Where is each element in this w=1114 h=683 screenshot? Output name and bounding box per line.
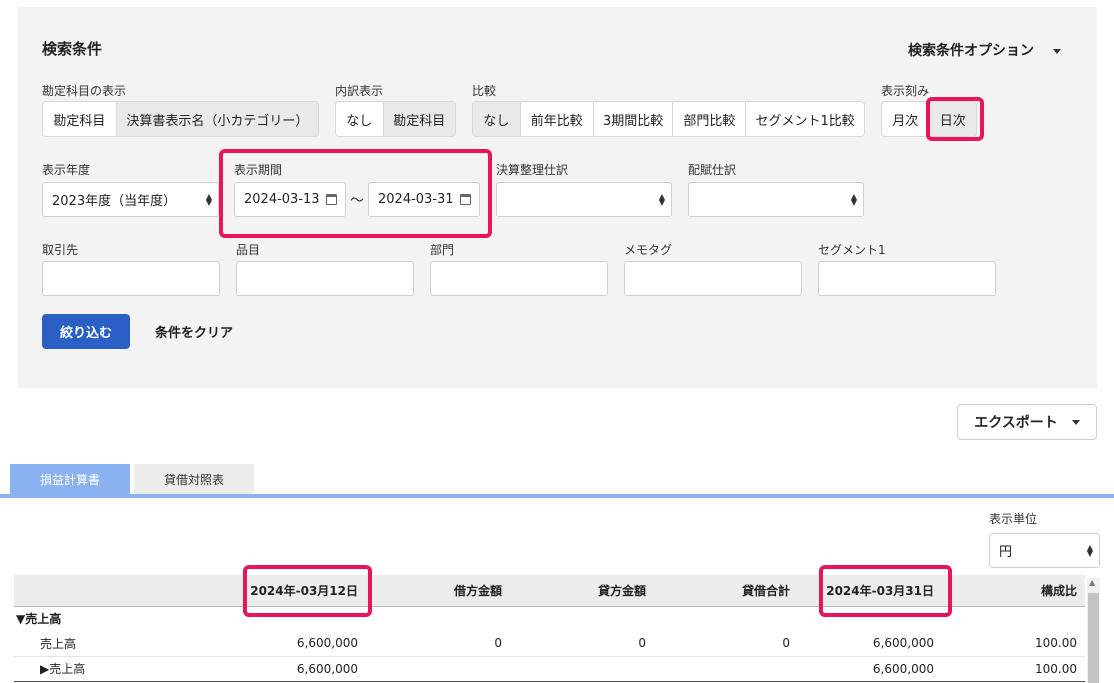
compare-option-three-periods[interactable]: 3期間比較 bbox=[592, 102, 673, 136]
compare-option-department[interactable]: 部門比較 bbox=[672, 102, 745, 136]
scroll-up-icon[interactable]: ▲ bbox=[1089, 578, 1095, 587]
search-options-toggle[interactable]: 検索条件オプション bbox=[908, 40, 1061, 60]
row-net: 0 bbox=[654, 631, 798, 657]
segment1-input[interactable] bbox=[818, 261, 996, 296]
row-closing-link[interactable]: 6,600,000 bbox=[798, 656, 942, 682]
row-debit bbox=[366, 656, 510, 682]
account-display-toggle: 勘定科目 決算書表示名（小カテゴリー） bbox=[42, 101, 319, 137]
granularity-label: 表示刻み bbox=[881, 84, 930, 98]
search-options-label: 検索条件オプション bbox=[908, 43, 1034, 59]
row-debit: 0 bbox=[366, 631, 510, 657]
highlight-daily bbox=[926, 97, 984, 141]
breakdown-option-none[interactable]: なし bbox=[336, 102, 383, 136]
breakdown-toggle: なし 勘定科目 bbox=[335, 101, 456, 137]
item-label: 品目 bbox=[236, 243, 261, 257]
account-display-label: 勘定科目の表示 bbox=[42, 84, 127, 98]
filter-button[interactable]: 絞り込む bbox=[42, 314, 130, 349]
clear-conditions-button[interactable]: 条件をクリア bbox=[155, 322, 233, 341]
col-header-debit[interactable]: 借方金額 bbox=[366, 575, 510, 607]
highlight-closing-date bbox=[819, 565, 952, 617]
export-label: エクスポート bbox=[974, 415, 1058, 431]
search-title: 検索条件 bbox=[42, 40, 103, 58]
closing-entry-label: 決算整理仕訳 bbox=[496, 163, 569, 177]
select-arrows-icon: ▲ ▼ bbox=[205, 192, 212, 207]
compare-option-segment1[interactable]: セグメント1比較 bbox=[745, 102, 864, 136]
select-arrows-icon: ▲ ▼ bbox=[850, 192, 857, 207]
row-ratio: 100.00 bbox=[942, 631, 1085, 657]
highlight-opening-date bbox=[243, 565, 372, 617]
col-header-credit[interactable]: 貸方金額 bbox=[510, 575, 654, 607]
row-credit: 0 bbox=[510, 631, 654, 657]
row-name: 売上高 bbox=[14, 631, 236, 657]
segment1-label: セグメント1 bbox=[818, 243, 886, 257]
fiscal-year-label: 表示年度 bbox=[42, 163, 91, 177]
account-display-option-account[interactable]: 勘定科目 bbox=[43, 102, 116, 136]
row-credit bbox=[510, 656, 654, 682]
item-input[interactable] bbox=[236, 261, 414, 296]
unit-label: 表示単位 bbox=[989, 512, 1038, 526]
caret-down-icon bbox=[1071, 419, 1080, 425]
department-label: 部門 bbox=[430, 243, 455, 257]
caret-down-icon bbox=[1052, 48, 1061, 54]
unit-value: 円 bbox=[999, 545, 1013, 560]
closing-entry-select[interactable]: ▲ ▼ bbox=[496, 182, 672, 217]
allocation-entry-select[interactable]: ▲ ▼ bbox=[688, 182, 864, 217]
compare-toggle: なし 前年比較 3期間比較 部門比較 セグメント1比較 bbox=[472, 101, 865, 137]
row-opening: 6,600,000 bbox=[236, 631, 366, 657]
col-header-net[interactable]: 貸借合計 bbox=[654, 575, 798, 607]
account-display-option-statement-name[interactable]: 決算書表示名（小カテゴリー） bbox=[115, 102, 318, 136]
select-arrows-icon: ▲ ▼ bbox=[658, 192, 665, 207]
tab-income-statement[interactable]: 損益計算書 bbox=[10, 464, 130, 494]
breakdown-label: 内訳表示 bbox=[335, 84, 384, 98]
memo-tag-label: メモタグ bbox=[624, 243, 673, 257]
partner-label: 取引先 bbox=[42, 243, 79, 257]
highlight-period bbox=[219, 149, 492, 238]
compare-option-prior-year[interactable]: 前年比較 bbox=[519, 102, 593, 136]
row-opening-link[interactable]: 6,600,000 bbox=[236, 656, 366, 682]
scrollbar-thumb[interactable] bbox=[1088, 593, 1099, 683]
tab-balance-sheet[interactable]: 貸借対照表 bbox=[134, 464, 254, 494]
tab-underline bbox=[0, 494, 1114, 498]
export-button[interactable]: エクスポート bbox=[957, 404, 1097, 440]
granularity-option-monthly[interactable]: 月次 bbox=[882, 102, 929, 136]
row-name-expandable[interactable]: ▶売上高 bbox=[14, 656, 236, 682]
row-net bbox=[654, 656, 798, 682]
row-ratio: 100.00 bbox=[942, 656, 1085, 682]
fiscal-year-select[interactable]: 2023年度（当年度） ▲ ▼ bbox=[42, 182, 219, 217]
partner-input[interactable] bbox=[42, 261, 220, 296]
select-arrows-icon: ▲ ▼ bbox=[1086, 543, 1093, 558]
department-input[interactable] bbox=[430, 261, 608, 296]
col-header-name bbox=[14, 575, 236, 607]
col-header-ratio[interactable]: 構成比 bbox=[942, 575, 1085, 607]
memo-tag-input[interactable] bbox=[624, 261, 802, 296]
fiscal-year-value: 2023年度（当年度） bbox=[52, 194, 177, 209]
breakdown-option-account[interactable]: 勘定科目 bbox=[382, 102, 455, 136]
compare-label: 比較 bbox=[472, 84, 497, 98]
unit-select[interactable]: 円 ▲ ▼ bbox=[989, 533, 1100, 568]
row-closing: 6,600,000 bbox=[798, 631, 942, 657]
compare-option-none[interactable]: なし bbox=[473, 102, 520, 136]
allocation-entry-label: 配賦仕訳 bbox=[688, 163, 737, 177]
table-row: 売上高 6,600,000 0 0 0 6,600,000 100.00 bbox=[14, 631, 1085, 657]
table-row: ▶売上高 6,600,000 6,600,000 100.00 bbox=[14, 656, 1085, 682]
